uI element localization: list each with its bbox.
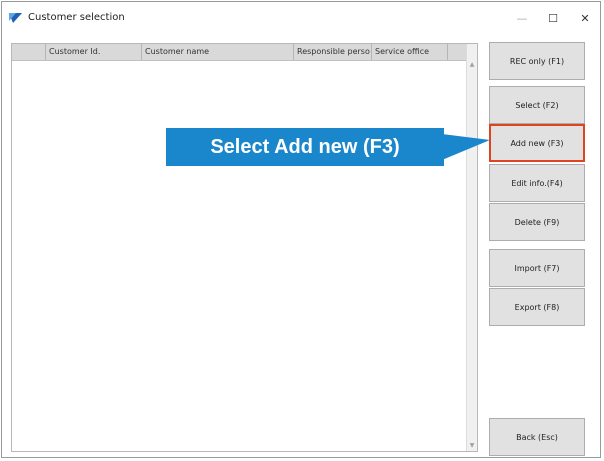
customer-table[interactable]: Customer Id. Customer name Responsible p…	[11, 43, 478, 452]
window-title: Customer selection	[28, 12, 125, 23]
edit-info-button[interactable]: Edit info.(F4)	[489, 164, 585, 202]
column-header-responsible-person[interactable]: Responsible perso	[294, 44, 372, 60]
callout-pointer	[442, 134, 490, 160]
table-vertical-scrollbar[interactable]: ▲ ▼	[466, 44, 477, 451]
rec-only-button[interactable]: REC only (F1)	[489, 42, 585, 80]
column-header-customer-id[interactable]: Customer Id.	[46, 44, 142, 60]
add-new-button[interactable]: Add new (F3)	[489, 124, 585, 162]
import-button[interactable]: Import (F7)	[489, 249, 585, 287]
scroll-up-icon[interactable]: ▲	[467, 60, 477, 70]
title-bar: Customer selection — ☐ ✕	[2, 2, 600, 36]
minimize-button[interactable]: —	[514, 12, 530, 25]
app-logo-icon	[9, 13, 22, 23]
export-button[interactable]: Export (F8)	[489, 288, 585, 326]
select-button[interactable]: Select (F2)	[489, 86, 585, 124]
maximize-button[interactable]: ☐	[545, 12, 561, 25]
customer-selection-window: Customer selection — ☐ ✕ Customer Id. Cu…	[1, 1, 601, 458]
column-header-selector[interactable]	[12, 44, 46, 60]
delete-button[interactable]: Delete (F9)	[489, 203, 585, 241]
table-header: Customer Id. Customer name Responsible p…	[12, 44, 467, 61]
column-header-service-office[interactable]: Service office	[372, 44, 448, 60]
close-button[interactable]: ✕	[577, 12, 593, 25]
column-header-customer-name[interactable]: Customer name	[142, 44, 294, 60]
instruction-callout: Select Add new (F3)	[166, 128, 444, 166]
back-button[interactable]: Back (Esc)	[489, 418, 585, 456]
scroll-down-icon[interactable]: ▼	[467, 441, 477, 451]
